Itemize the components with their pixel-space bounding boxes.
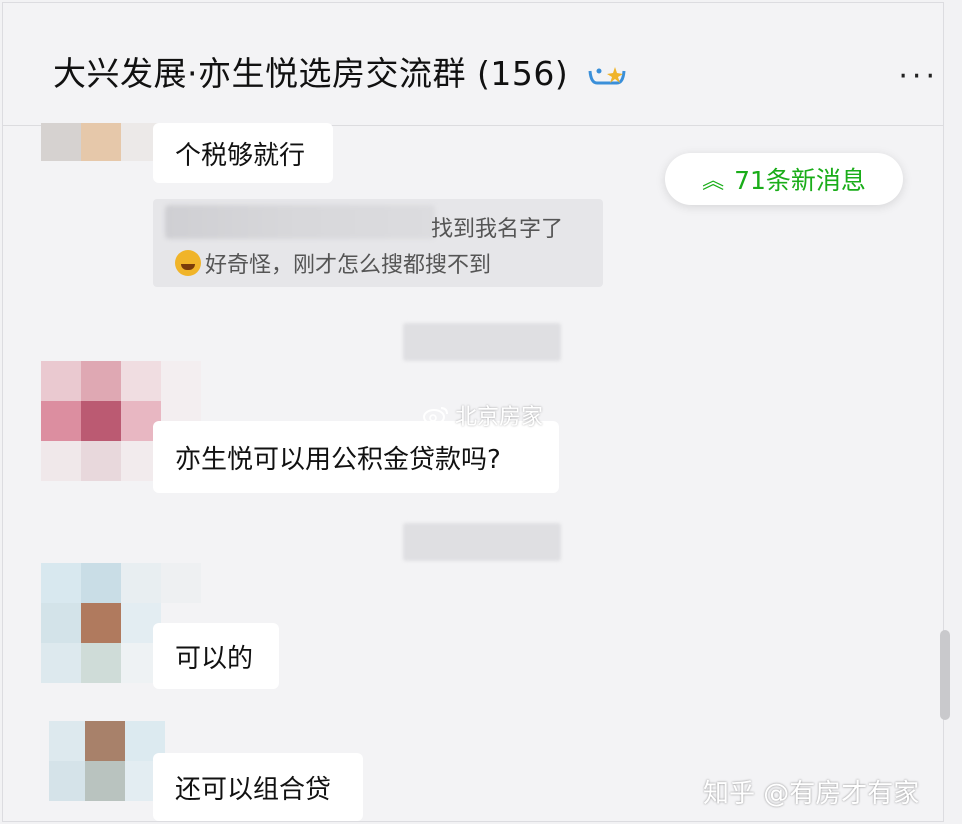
chat-header: 大兴发展·亦生悦选房交流群 (156) ··· — [3, 3, 943, 126]
group-name: 大兴发展·亦生悦选房交流群 — [53, 54, 466, 93]
chat-window: 大兴发展·亦生悦选房交流群 (156) ··· 个税够就行 ︽ 71条新消息 找… — [2, 2, 944, 822]
message-text: 还可以组合贷 — [175, 774, 332, 805]
more-dots-icon[interactable]: ··· — [898, 59, 939, 94]
zhihu-watermark: 知乎 @有房才有家 — [703, 779, 920, 809]
timestamp-blurred — [403, 323, 561, 361]
weibo-icon — [423, 407, 448, 425]
timestamp-blurred — [403, 523, 561, 561]
message-bubble: 亦生悦可以用公积金贷款吗? — [153, 421, 559, 493]
message-text: 亦生悦可以用公积金贷款吗? — [175, 444, 501, 475]
message-bubble: 还可以组合贷 — [153, 753, 363, 821]
group-title: 大兴发展·亦生悦选房交流群 (156) — [53, 47, 627, 95]
weibo-watermark-text: 北京房家 — [455, 405, 544, 430]
laughing-face-icon — [175, 250, 201, 276]
member-count: (156) — [477, 54, 569, 93]
weibo-watermark: 北京房家 — [423, 399, 543, 431]
group-emoji-icon — [588, 66, 626, 84]
new-messages-label: 71条新消息 — [734, 166, 866, 195]
blurred-sender — [165, 205, 435, 239]
message-text: 个税够就行 — [175, 140, 306, 171]
new-messages-button[interactable]: ︽ 71条新消息 — [665, 153, 903, 205]
quote-line-1: 找到我名字了 — [431, 217, 564, 242]
double-chevron-up-icon: ︽ — [702, 169, 725, 194]
message-bubble: 个税够就行 — [153, 123, 333, 183]
quote-line-2: 好奇怪，刚才怎么搜都搜不到 — [205, 253, 492, 278]
message-text: 可以的 — [175, 643, 254, 674]
quoted-message[interactable]: 找到我名字了 好奇怪，刚才怎么搜都搜不到 — [153, 199, 603, 287]
avatar[interactable] — [49, 721, 165, 801]
quote-line-2-wrap: 好奇怪，刚才怎么搜都搜不到 — [175, 247, 491, 279]
avatar[interactable] — [41, 123, 161, 161]
message-bubble: 可以的 — [153, 623, 279, 689]
scrollbar-thumb[interactable] — [940, 630, 950, 720]
